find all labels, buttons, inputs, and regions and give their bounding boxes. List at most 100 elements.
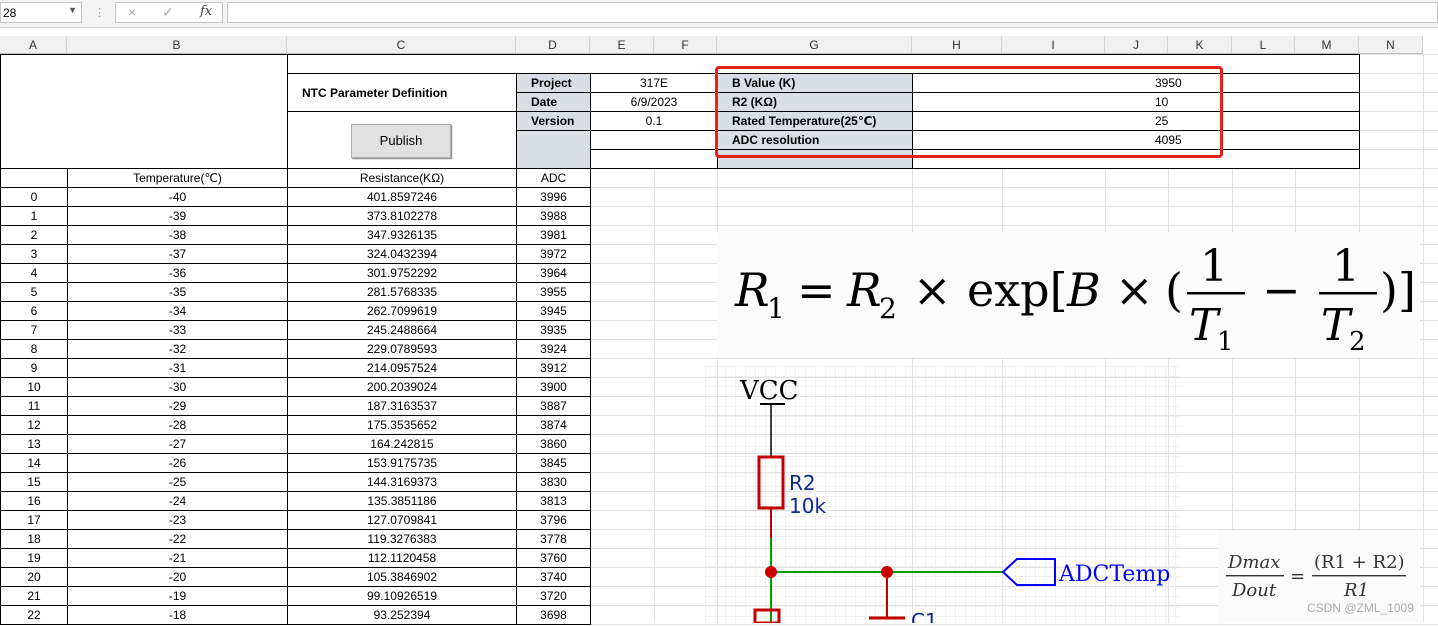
table-cell[interactable]: 3912 xyxy=(516,358,591,378)
table-cell[interactable]: -23 xyxy=(67,510,288,530)
table-cell[interactable]: -37 xyxy=(67,244,288,264)
column-header-f[interactable]: F xyxy=(654,36,717,54)
table-cell[interactable]: 119.3276383 xyxy=(287,529,517,549)
table-cell[interactable]: 200.2039024 xyxy=(287,377,517,397)
table-cell[interactable]: 187.3163537 xyxy=(287,396,517,416)
table-header-0[interactable] xyxy=(0,168,68,188)
column-header-k[interactable]: K xyxy=(1168,36,1232,54)
table-cell[interactable]: -18 xyxy=(67,605,288,625)
table-cell[interactable]: 3698 xyxy=(516,605,591,625)
project-block-empty-2[interactable] xyxy=(590,130,718,150)
table-cell[interactable]: -33 xyxy=(67,320,288,340)
table-cell[interactable]: -40 xyxy=(67,187,288,207)
table-cell[interactable]: 3972 xyxy=(516,244,591,264)
table-header-2[interactable]: Resistance(KΩ) xyxy=(287,168,517,188)
table-cell[interactable]: 324.0432394 xyxy=(287,244,517,264)
table-cell[interactable]: 229.0789593 xyxy=(287,339,517,359)
table-header-1[interactable]: Temperature(℃) xyxy=(67,168,288,188)
table-cell[interactable]: -32 xyxy=(67,339,288,359)
table-cell[interactable]: 7 xyxy=(0,320,68,340)
table-cell[interactable]: 16 xyxy=(0,491,68,511)
table-cell[interactable]: 301.9752292 xyxy=(287,263,517,283)
table-cell[interactable]: 17 xyxy=(0,510,68,530)
table-cell[interactable]: 2 xyxy=(0,225,68,245)
column-header-j[interactable]: J xyxy=(1105,36,1168,54)
table-cell[interactable]: 14 xyxy=(0,453,68,473)
table-cell[interactable]: 15 xyxy=(0,472,68,492)
column-header-b[interactable]: B xyxy=(67,36,287,54)
column-header-d[interactable]: D xyxy=(516,36,590,54)
insert-function-icon[interactable]: fx xyxy=(200,4,212,19)
table-cell[interactable]: 12 xyxy=(0,415,68,435)
table-cell[interactable]: 164.242815 xyxy=(287,434,517,454)
chevron-down-icon[interactable]: ▼ xyxy=(68,5,77,15)
table-cell[interactable]: 281.5768335 xyxy=(287,282,517,302)
table-cell[interactable]: -30 xyxy=(67,377,288,397)
table-cell[interactable]: 22 xyxy=(0,605,68,625)
table-cell[interactable]: 3900 xyxy=(516,377,591,397)
date-value-cell[interactable]: 6/9/2023 xyxy=(590,92,718,112)
header-block-left[interactable] xyxy=(0,54,288,169)
project-label-cell[interactable]: Project xyxy=(516,73,591,93)
table-cell[interactable]: 93.252394 xyxy=(287,605,517,625)
table-cell[interactable]: -27 xyxy=(67,434,288,454)
table-cell[interactable]: -36 xyxy=(67,263,288,283)
table-cell[interactable]: 1 xyxy=(0,206,68,226)
column-header-a[interactable]: A xyxy=(0,36,67,54)
table-cell[interactable]: 373.8102278 xyxy=(287,206,517,226)
table-cell[interactable]: 3945 xyxy=(516,301,591,321)
table-cell[interactable]: 153.9175735 xyxy=(287,453,517,473)
table-cell[interactable]: 4 xyxy=(0,263,68,283)
table-cell[interactable]: -34 xyxy=(67,301,288,321)
table-cell[interactable]: 3760 xyxy=(516,548,591,568)
table-cell[interactable]: 6 xyxy=(0,301,68,321)
table-cell[interactable]: 3874 xyxy=(516,415,591,435)
table-cell[interactable]: 3845 xyxy=(516,453,591,473)
table-cell[interactable]: 13 xyxy=(0,434,68,454)
table-cell[interactable]: 3860 xyxy=(516,434,591,454)
table-cell[interactable]: 144.3169373 xyxy=(287,472,517,492)
table-cell[interactable]: 112.1120458 xyxy=(287,548,517,568)
column-header-l[interactable]: L xyxy=(1232,36,1295,54)
table-cell[interactable]: -35 xyxy=(67,282,288,302)
table-cell[interactable]: 3 xyxy=(0,244,68,264)
enter-icon[interactable]: ✓ xyxy=(162,4,174,21)
project-value-cell[interactable]: 317E xyxy=(590,73,718,93)
table-cell[interactable]: 3996 xyxy=(516,187,591,207)
table-cell[interactable]: 99.10926519 xyxy=(287,586,517,606)
table-cell[interactable]: -26 xyxy=(67,453,288,473)
table-cell[interactable]: 3830 xyxy=(516,472,591,492)
column-header-m[interactable]: M xyxy=(1295,36,1359,54)
table-cell[interactable]: 3955 xyxy=(516,282,591,302)
table-cell[interactable]: -20 xyxy=(67,567,288,587)
worksheet[interactable]: A B C D E F G H I J K L M N NTC Parameter Definition Pr… xyxy=(0,36,1438,626)
table-cell[interactable]: -24 xyxy=(67,491,288,511)
ntc-title-cell[interactable]: NTC Parameter Definition xyxy=(287,73,517,112)
table-cell[interactable]: 10 xyxy=(0,377,68,397)
table-cell[interactable]: 5 xyxy=(0,282,68,302)
table-cell[interactable]: 21 xyxy=(0,586,68,606)
table-cell[interactable]: 20 xyxy=(0,567,68,587)
table-cell[interactable]: -22 xyxy=(67,529,288,549)
formula-input[interactable] xyxy=(227,2,1438,23)
version-value-cell[interactable]: 0.1 xyxy=(590,111,718,131)
name-box[interactable]: 28 ▼ xyxy=(0,2,82,23)
column-header-c[interactable]: C xyxy=(287,36,516,54)
column-header-e[interactable]: E xyxy=(590,36,654,54)
table-cell[interactable]: 19 xyxy=(0,548,68,568)
table-cell[interactable]: 262.7099619 xyxy=(287,301,517,321)
table-cell[interactable]: 8 xyxy=(0,339,68,359)
table-cell[interactable]: -29 xyxy=(67,396,288,416)
table-cell[interactable]: 9 xyxy=(0,358,68,378)
table-cell[interactable]: 0 xyxy=(0,187,68,207)
table-cell[interactable]: 3778 xyxy=(516,529,591,549)
table-cell[interactable]: 127.0709841 xyxy=(287,510,517,530)
table-cell[interactable]: 3887 xyxy=(516,396,591,416)
table-cell[interactable]: -38 xyxy=(67,225,288,245)
table-cell[interactable]: -31 xyxy=(67,358,288,378)
table-cell[interactable]: 3981 xyxy=(516,225,591,245)
more-options-icon[interactable]: ⋮ xyxy=(94,6,105,19)
table-cell[interactable]: 3740 xyxy=(516,567,591,587)
table-cell[interactable]: 3988 xyxy=(516,206,591,226)
table-cell[interactable]: 105.3846902 xyxy=(287,567,517,587)
